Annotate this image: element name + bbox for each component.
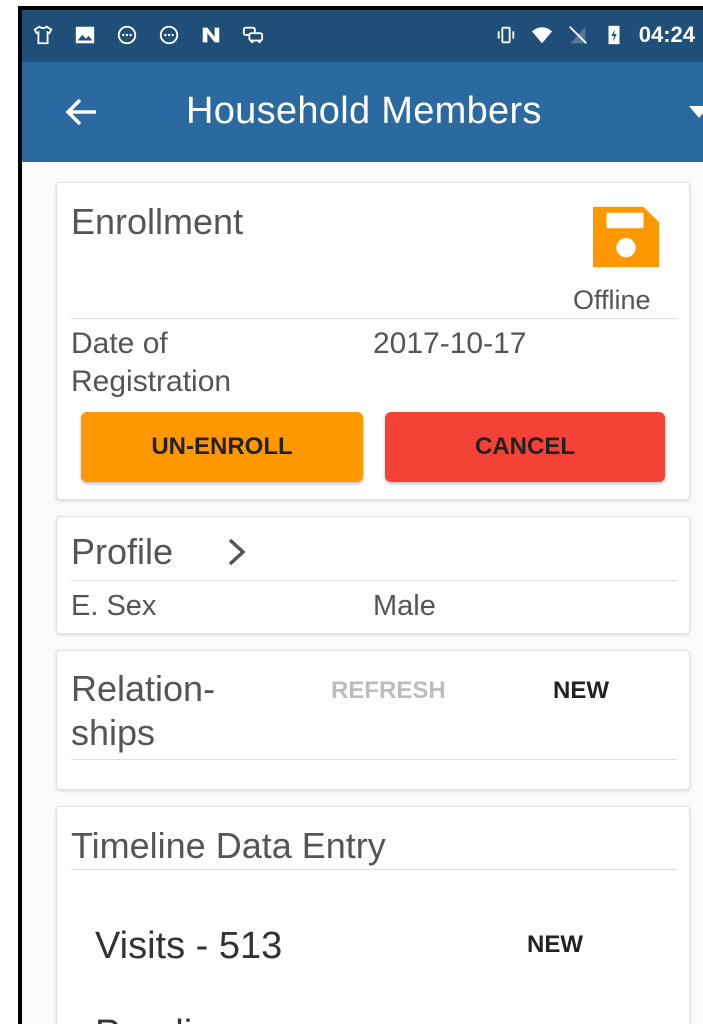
un-enroll-button[interactable]: UN-ENROLL xyxy=(81,412,363,482)
page-title: Household Members xyxy=(186,90,542,132)
car-icon xyxy=(242,26,264,44)
relationships-title: Relation- ships xyxy=(71,667,215,755)
refresh-button[interactable]: REFRESH xyxy=(331,677,446,705)
date-of-registration-value: 2017-10-17 xyxy=(373,327,527,360)
new-relationship-button[interactable]: NEW xyxy=(553,677,609,705)
date-label-line2: Registration xyxy=(71,365,232,398)
clock: 04:24 xyxy=(638,22,695,47)
divider xyxy=(71,759,677,760)
relationships-title-line1: Relation- xyxy=(71,668,216,709)
sex-label: E. Sex xyxy=(71,590,157,622)
enrollment-title: Enrollment xyxy=(71,201,244,242)
app-bar: Household Members xyxy=(22,62,703,162)
n-logo-icon xyxy=(202,27,220,43)
phone-screen: 04:24 Household Members Enrollment Offli… xyxy=(18,6,703,1024)
message-icon-2 xyxy=(159,25,179,45)
back-arrow-icon[interactable] xyxy=(62,92,102,132)
visits-label[interactable]: Visits - 513 xyxy=(95,923,282,969)
next-timeline-item[interactable]: Peadi xyxy=(95,1011,192,1024)
enrollment-card: Enrollment Offline Date of Registration … xyxy=(56,182,690,500)
save-icon[interactable] xyxy=(587,203,665,271)
chevron-right-icon[interactable] xyxy=(227,537,247,567)
date-of-registration-label: Date of Registration xyxy=(71,325,231,401)
divider xyxy=(71,580,677,581)
shirt-icon xyxy=(33,25,53,45)
vibrate-icon xyxy=(497,26,514,44)
new-visit-button[interactable]: NEW xyxy=(527,931,583,959)
battery-icon xyxy=(608,25,620,45)
dropdown-caret-icon[interactable] xyxy=(689,106,703,118)
relationships-card: Relation- ships REFRESH NEW xyxy=(56,650,690,790)
divider xyxy=(71,869,677,870)
timeline-card: Timeline Data Entry Visits - 513 NEW Pea… xyxy=(56,806,690,1024)
offline-status: Offline xyxy=(573,285,651,315)
profile-card[interactable]: Profile E. Sex Male xyxy=(56,516,690,634)
timeline-title: Timeline Data Entry xyxy=(71,825,386,866)
profile-title: Profile xyxy=(71,531,174,572)
image-icon xyxy=(75,26,95,44)
no-sim-icon xyxy=(568,26,587,44)
status-bar: 04:24 xyxy=(22,10,703,62)
date-label-line1: Date of xyxy=(71,327,168,360)
wifi-icon xyxy=(531,27,552,44)
divider xyxy=(71,318,677,319)
cancel-button[interactable]: CANCEL xyxy=(385,412,665,482)
sex-value: Male xyxy=(373,590,436,622)
message-icon xyxy=(117,25,137,45)
relationships-title-line2: ships xyxy=(71,712,156,753)
